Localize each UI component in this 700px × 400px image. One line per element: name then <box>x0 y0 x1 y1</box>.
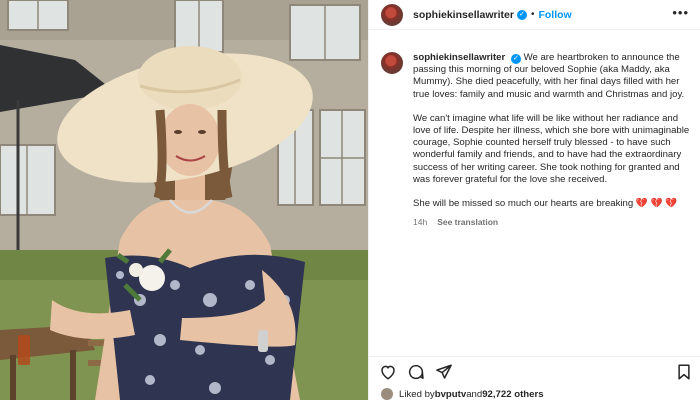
bookmark-icon[interactable] <box>675 363 693 381</box>
comment-icon[interactable] <box>407 363 425 381</box>
liker-username[interactable]: bvputv <box>435 389 466 400</box>
caption-paragraph-2: We can't imagine what life will be like … <box>413 112 690 185</box>
post-header: sophiekinsellawriter ✓ • Follow ••• <box>369 0 700 30</box>
caption-text: sophiekinsellawriter ✓ We are heartbroke… <box>413 52 693 228</box>
header-separator: • <box>530 9 535 20</box>
caption-verified-badge-icon: ✓ <box>510 53 521 64</box>
woman-in-sun-hat-photo <box>0 0 368 400</box>
caption-paragraph-1: sophiekinsellawriter ✓ We are heartbroke… <box>413 52 693 101</box>
likes-summary: Liked by bvputv and 92,722 others <box>381 388 544 400</box>
follow-button[interactable]: Follow <box>538 9 571 21</box>
liker-avatar[interactable] <box>381 388 393 400</box>
caption-author-avatar[interactable] <box>381 52 403 74</box>
see-translation-link[interactable]: See translation <box>437 216 498 228</box>
likes-count-link[interactable]: 92,722 others <box>482 389 543 400</box>
heart-icon[interactable] <box>379 363 397 381</box>
caption-paragraph-3: She will be missed so much our hearts ar… <box>413 198 678 210</box>
action-bar <box>369 356 700 384</box>
post-photo[interactable] <box>0 0 368 400</box>
caption-username[interactable]: sophiekinsellawriter <box>413 52 505 63</box>
likes-prefix: Liked by <box>399 388 435 400</box>
instagram-post: sophiekinsellawriter ✓ • Follow ••• soph… <box>0 0 700 400</box>
post-timestamp[interactable]: 14h <box>413 216 427 228</box>
share-icon[interactable] <box>435 363 453 381</box>
author-avatar[interactable] <box>381 3 403 26</box>
header-username[interactable]: sophiekinsellawriter <box>413 9 514 21</box>
caption-meta: 14h See translation <box>413 216 693 228</box>
post-side-panel: sophiekinsellawriter ✓ • Follow ••• soph… <box>368 0 700 400</box>
more-options-icon[interactable]: ••• <box>672 6 689 19</box>
caption-block: sophiekinsellawriter ✓ We are heartbroke… <box>381 52 693 228</box>
likes-middle: and <box>466 388 483 400</box>
verified-badge-icon: ✓ <box>516 9 527 20</box>
